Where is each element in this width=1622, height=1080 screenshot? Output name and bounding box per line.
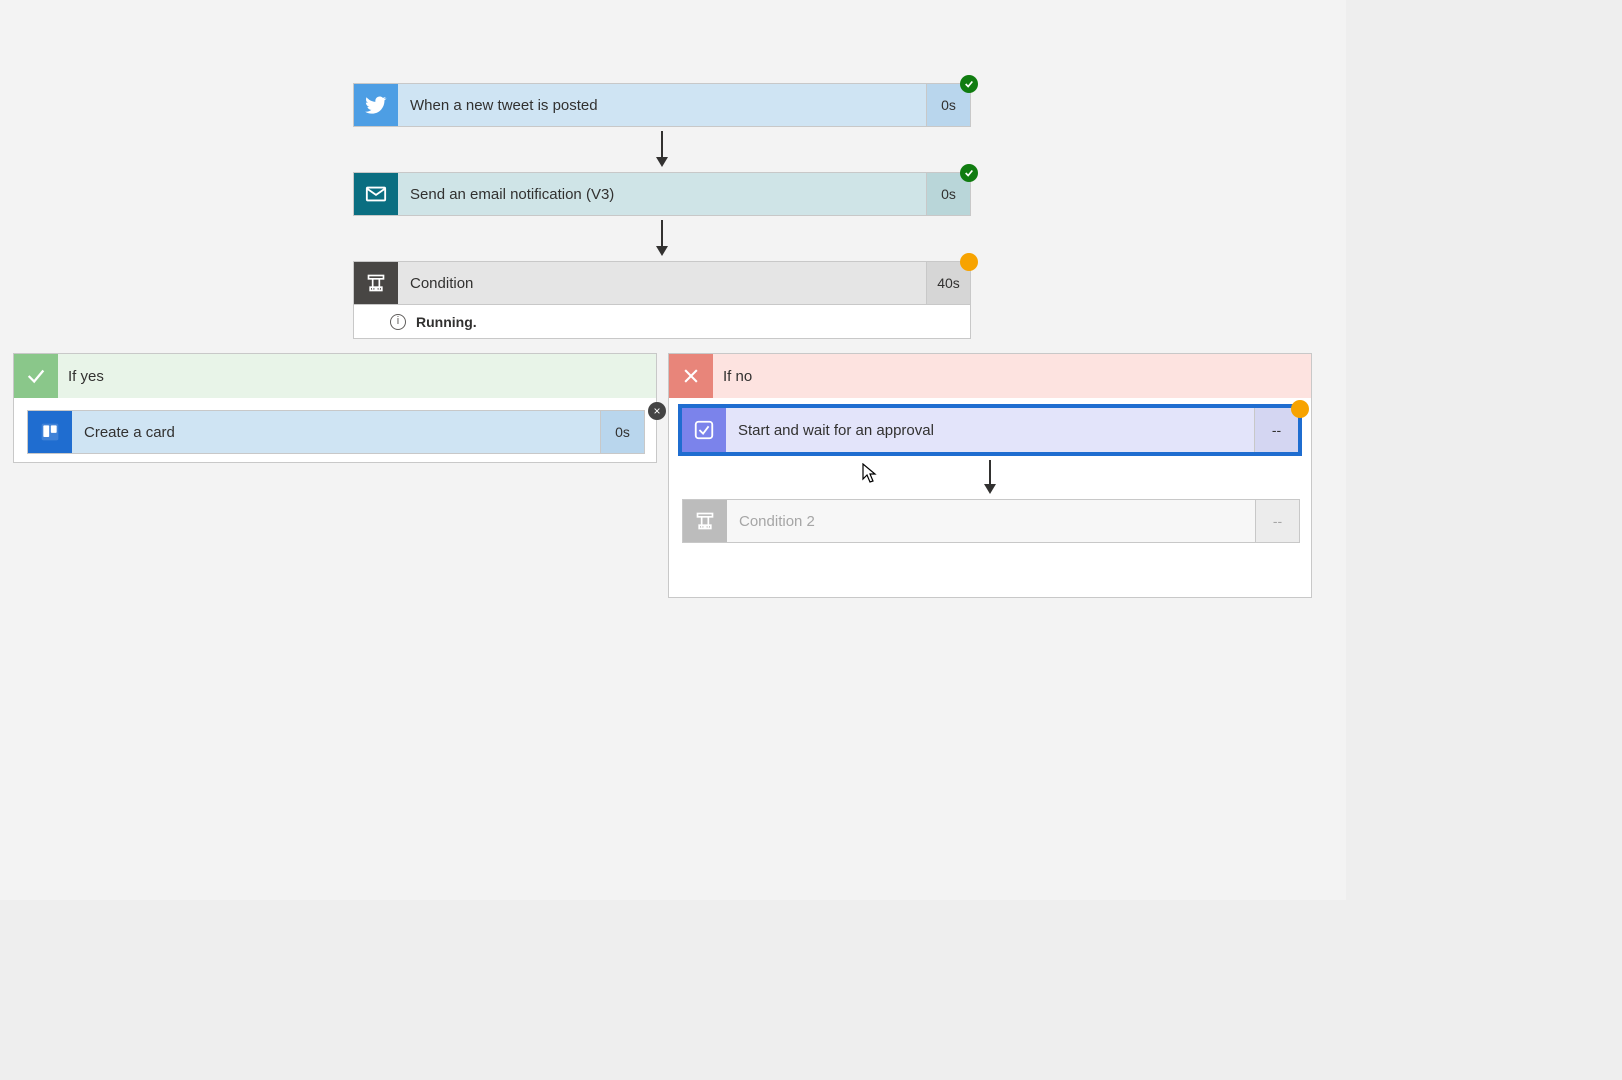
- running-badge-icon: [960, 253, 978, 271]
- branch-header-yes: If yes: [14, 354, 656, 398]
- running-badge-icon: [1291, 400, 1309, 418]
- step-label: Create a card: [72, 411, 600, 453]
- step-start-approval[interactable]: Start and wait for an approval --: [678, 404, 1302, 456]
- branch-header-no: If no: [669, 354, 1311, 398]
- step-duration: --: [1255, 500, 1299, 542]
- close-icon[interactable]: ×: [648, 402, 666, 420]
- flow-arrow: [661, 131, 663, 165]
- step-duration: --: [1254, 408, 1298, 452]
- info-icon: i: [390, 314, 406, 330]
- x-icon: [669, 354, 713, 398]
- flow-arrow: [661, 220, 663, 254]
- step-label: Condition: [398, 262, 926, 304]
- step-create-card[interactable]: Create a card 0s: [27, 410, 645, 454]
- trello-icon: [28, 411, 72, 453]
- success-badge-icon: [960, 75, 978, 93]
- approval-icon: [682, 408, 726, 452]
- step-duration: 0s: [600, 411, 644, 453]
- step-twitter-trigger[interactable]: When a new tweet is posted 0s: [353, 83, 971, 127]
- check-icon: [14, 354, 58, 398]
- flow-canvas: When a new tweet is posted 0s Send an em…: [0, 0, 1346, 900]
- step-label: Condition 2: [727, 500, 1255, 542]
- step-condition[interactable]: Condition 40s: [353, 261, 971, 305]
- step-send-email[interactable]: Send an email notification (V3) 0s: [353, 172, 971, 216]
- success-badge-icon: [960, 164, 978, 182]
- condition-status-bar: i Running.: [353, 305, 971, 339]
- step-label: When a new tweet is posted: [398, 84, 926, 126]
- status-text: Running.: [416, 314, 477, 330]
- branch-title: If yes: [58, 368, 104, 385]
- condition-icon: [683, 500, 727, 542]
- mail-icon: [354, 173, 398, 215]
- branch-title: If no: [713, 368, 752, 385]
- step-condition-2[interactable]: Condition 2 --: [682, 499, 1300, 543]
- branch-if-no[interactable]: If no Start and wait for an approval -- …: [668, 353, 1312, 598]
- step-label: Start and wait for an approval: [726, 408, 1254, 452]
- branch-if-yes[interactable]: If yes Create a card 0s ×: [13, 353, 657, 463]
- twitter-icon: [354, 84, 398, 126]
- flow-arrow: [989, 460, 991, 492]
- condition-icon: [354, 262, 398, 304]
- step-label: Send an email notification (V3): [398, 173, 926, 215]
